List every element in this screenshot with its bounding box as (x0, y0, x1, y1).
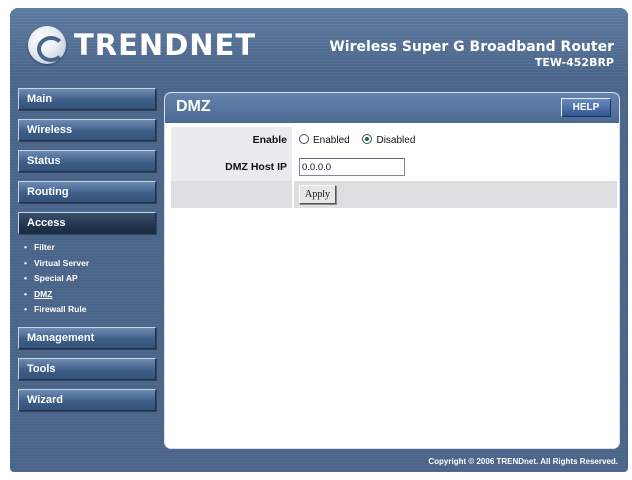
apply-button[interactable]: Apply (299, 184, 336, 204)
apply-row: Apply (171, 181, 617, 208)
enabled-radio-label: Enabled (313, 135, 350, 146)
model-name: TEW-452BRP (534, 56, 614, 69)
submenu-item-dmz[interactable]: • DMZ (24, 287, 158, 303)
trendnet-logo-icon (28, 26, 66, 64)
bullet-icon: • (24, 288, 27, 299)
copyright: Copyright © 2006 TRENDnet. All Rights Re… (428, 457, 618, 466)
submenu-item-label: Special AP (34, 273, 78, 283)
bullet-icon: • (24, 304, 27, 314)
submenu-item-label: DMZ (34, 288, 53, 299)
enable-label: Enable (171, 127, 292, 154)
enabled-radio[interactable] (299, 134, 309, 144)
product-name: Wireless Super G Broadband Router (329, 39, 614, 55)
submenu-item-filter[interactable]: • Filter (24, 240, 158, 256)
bullet-icon: • (24, 242, 27, 252)
bullet-icon: • (24, 273, 27, 283)
apply-row-spacer (171, 181, 292, 208)
submenu-item-virtual-server[interactable]: • Virtual Server (24, 256, 158, 272)
host-ip-cell (294, 154, 617, 181)
sidebar-item-tools[interactable]: Tools (18, 357, 156, 380)
panel-header: DMZ HELP (165, 93, 619, 123)
disabled-radio-label: Disabled (376, 135, 416, 146)
submenu-item-label: Filter (34, 242, 55, 252)
sidebar-item-routing[interactable]: Routing (18, 181, 156, 203)
disabled-radio[interactable] (362, 134, 373, 144)
help-button[interactable]: HELP (561, 98, 611, 117)
host-ip-label: DMZ Host IP (171, 154, 292, 181)
sidebar-item-main[interactable]: Main (18, 88, 156, 110)
logo-text: TRENDNET (74, 28, 257, 62)
sidebar-item-wireless[interactable]: Wireless (18, 119, 156, 141)
sidebar-item-management[interactable]: Management (18, 326, 156, 349)
host-ip-row: DMZ Host IP (171, 154, 617, 181)
header: TRENDNET Wireless Super G Broadband Rout… (10, 8, 628, 76)
apply-cell: Apply (294, 181, 617, 208)
dmz-host-ip-input[interactable] (299, 158, 405, 177)
enable-row: Enable Enabled Disabled (171, 127, 617, 154)
page-title: DMZ (176, 98, 211, 115)
submenu-item-label: Firewall Rule (34, 304, 87, 314)
sidebar-item-status[interactable]: Status (18, 150, 156, 172)
bullet-icon: • (24, 257, 27, 268)
submenu-item-special-ap[interactable]: • Special AP (24, 271, 158, 287)
dmz-panel: DMZ HELP Enable Enabled Disabled DMZ Hos… (164, 92, 620, 449)
sidebar-item-wizard[interactable]: Wizard (18, 388, 156, 411)
dmz-form: Enable Enabled Disabled DMZ Host IP Appl… (171, 127, 617, 208)
access-submenu: • Filter • Virtual Server • Special AP • DMZ… (24, 240, 158, 318)
submenu-item-firewall-rule[interactable]: • Firewall Rule (24, 302, 158, 318)
sidebar-item-access[interactable]: Access (18, 212, 156, 234)
router-admin-window: TRENDNET Wireless Super G Broadband Rout… (10, 8, 628, 472)
enable-options: Enabled Disabled (294, 127, 617, 154)
submenu-item-label: Virtual Server (34, 257, 90, 268)
sidebar: Main Wireless Status Routing Access • Fil… (18, 88, 158, 420)
